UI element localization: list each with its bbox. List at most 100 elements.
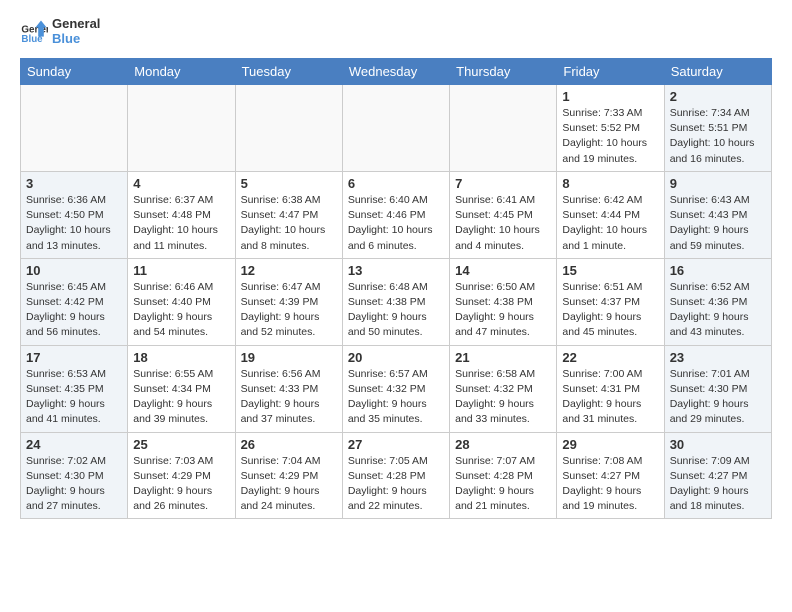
calendar-cell: 5 Sunrise: 6:38 AMSunset: 4:47 PMDaylight…	[235, 171, 342, 258]
calendar-cell: 3 Sunrise: 6:36 AMSunset: 4:50 PMDaylight…	[21, 171, 128, 258]
day-number: 6	[348, 176, 444, 191]
day-info: Sunrise: 6:57 AMSunset: 4:32 PMDaylight:…	[348, 367, 444, 428]
day-info: Sunrise: 6:56 AMSunset: 4:33 PMDaylight:…	[241, 367, 337, 428]
calendar-cell	[21, 85, 128, 172]
col-header-sunday: Sunday	[21, 59, 128, 85]
day-info: Sunrise: 7:34 AMSunset: 5:51 PMDaylight:…	[670, 106, 766, 167]
day-number: 23	[670, 350, 766, 365]
logo-icon: General Blue	[20, 17, 48, 45]
day-info: Sunrise: 7:00 AMSunset: 4:31 PMDaylight:…	[562, 367, 658, 428]
day-number: 26	[241, 437, 337, 452]
calendar-cell: 18 Sunrise: 6:55 AMSunset: 4:34 PMDayligh…	[128, 345, 235, 432]
day-info: Sunrise: 6:55 AMSunset: 4:34 PMDaylight:…	[133, 367, 229, 428]
week-row-4: 17 Sunrise: 6:53 AMSunset: 4:35 PMDayligh…	[21, 345, 772, 432]
day-number: 8	[562, 176, 658, 191]
calendar-cell: 14 Sunrise: 6:50 AMSunset: 4:38 PMDayligh…	[450, 258, 557, 345]
day-info: Sunrise: 7:07 AMSunset: 4:28 PMDaylight:…	[455, 454, 551, 515]
calendar-cell: 13 Sunrise: 6:48 AMSunset: 4:38 PMDayligh…	[342, 258, 449, 345]
calendar-cell: 29 Sunrise: 7:08 AMSunset: 4:27 PMDayligh…	[557, 432, 664, 519]
calendar-cell: 26 Sunrise: 7:04 AMSunset: 4:29 PMDayligh…	[235, 432, 342, 519]
day-number: 27	[348, 437, 444, 452]
calendar-cell	[235, 85, 342, 172]
calendar-cell: 27 Sunrise: 7:05 AMSunset: 4:28 PMDayligh…	[342, 432, 449, 519]
calendar-cell: 12 Sunrise: 6:47 AMSunset: 4:39 PMDayligh…	[235, 258, 342, 345]
day-number: 11	[133, 263, 229, 278]
day-info: Sunrise: 6:51 AMSunset: 4:37 PMDaylight:…	[562, 280, 658, 341]
col-header-thursday: Thursday	[450, 59, 557, 85]
col-header-saturday: Saturday	[664, 59, 771, 85]
calendar-cell: 7Sunrise: 6:41 AMSunset: 4:45 PMDaylight…	[450, 171, 557, 258]
calendar-cell: 30Sunrise: 7:09 AMSunset: 4:27 PMDayligh…	[664, 432, 771, 519]
day-info: Sunrise: 6:47 AMSunset: 4:39 PMDaylight:…	[241, 280, 337, 341]
calendar-cell: 6 Sunrise: 6:40 AMSunset: 4:46 PMDaylight…	[342, 171, 449, 258]
calendar-cell: 9 Sunrise: 6:43 AMSunset: 4:43 PMDaylight…	[664, 171, 771, 258]
day-number: 13	[348, 263, 444, 278]
day-info: Sunrise: 6:52 AMSunset: 4:36 PMDaylight:…	[670, 280, 766, 341]
day-info: Sunrise: 6:53 AMSunset: 4:35 PMDaylight:…	[26, 367, 122, 428]
calendar-cell: 11 Sunrise: 6:46 AMSunset: 4:40 PMDayligh…	[128, 258, 235, 345]
day-info: Sunrise: 6:48 AMSunset: 4:38 PMDaylight:…	[348, 280, 444, 341]
calendar-cell: 16 Sunrise: 6:52 AMSunset: 4:36 PMDayligh…	[664, 258, 771, 345]
day-number: 3	[26, 176, 122, 191]
day-number: 25	[133, 437, 229, 452]
day-number: 1	[562, 89, 658, 104]
calendar-cell: 4Sunrise: 6:37 AMSunset: 4:48 PMDaylight…	[128, 171, 235, 258]
day-info: Sunrise: 7:08 AMSunset: 4:27 PMDaylight:…	[562, 454, 658, 515]
col-header-monday: Monday	[128, 59, 235, 85]
calendar-cell: 15 Sunrise: 6:51 AMSunset: 4:37 PMDayligh…	[557, 258, 664, 345]
day-number: 22	[562, 350, 658, 365]
day-info: Sunrise: 6:37 AMSunset: 4:48 PMDaylight:…	[133, 193, 229, 254]
calendar-cell: 25 Sunrise: 7:03 AMSunset: 4:29 PMDayligh…	[128, 432, 235, 519]
week-row-3: 10Sunrise: 6:45 AMSunset: 4:42 PMDayligh…	[21, 258, 772, 345]
day-info: Sunrise: 6:41 AMSunset: 4:45 PMDaylight:…	[455, 193, 551, 254]
col-header-tuesday: Tuesday	[235, 59, 342, 85]
week-row-5: 24Sunrise: 7:02 AMSunset: 4:30 PMDayligh…	[21, 432, 772, 519]
calendar-cell: 17 Sunrise: 6:53 AMSunset: 4:35 PMDayligh…	[21, 345, 128, 432]
col-header-wednesday: Wednesday	[342, 59, 449, 85]
calendar-cell: 23 Sunrise: 7:01 AMSunset: 4:30 PMDayligh…	[664, 345, 771, 432]
day-number: 14	[455, 263, 551, 278]
day-info: Sunrise: 6:38 AMSunset: 4:47 PMDaylight:…	[241, 193, 337, 254]
logo: General Blue General Blue	[20, 16, 100, 46]
day-info: Sunrise: 6:50 AMSunset: 4:38 PMDaylight:…	[455, 280, 551, 341]
day-info: Sunrise: 7:01 AMSunset: 4:30 PMDaylight:…	[670, 367, 766, 428]
day-number: 9	[670, 176, 766, 191]
calendar-cell: 1Sunrise: 7:33 AMSunset: 5:52 PMDaylight…	[557, 85, 664, 172]
day-info: Sunrise: 6:40 AMSunset: 4:46 PMDaylight:…	[348, 193, 444, 254]
day-info: Sunrise: 6:43 AMSunset: 4:43 PMDaylight:…	[670, 193, 766, 254]
day-number: 21	[455, 350, 551, 365]
logo-blue: Blue	[52, 31, 100, 46]
day-info: Sunrise: 6:36 AMSunset: 4:50 PMDaylight:…	[26, 193, 122, 254]
calendar-table: SundayMondayTuesdayWednesdayThursdayFrid…	[20, 58, 772, 519]
day-number: 17	[26, 350, 122, 365]
day-info: Sunrise: 7:02 AMSunset: 4:30 PMDaylight:…	[26, 454, 122, 515]
calendar-cell: 8 Sunrise: 6:42 AMSunset: 4:44 PMDaylight…	[557, 171, 664, 258]
col-header-friday: Friday	[557, 59, 664, 85]
calendar-cell: 19 Sunrise: 6:56 AMSunset: 4:33 PMDayligh…	[235, 345, 342, 432]
day-number: 15	[562, 263, 658, 278]
header: General Blue General Blue	[20, 16, 772, 46]
day-info: Sunrise: 6:46 AMSunset: 4:40 PMDaylight:…	[133, 280, 229, 341]
day-info: Sunrise: 6:45 AMSunset: 4:42 PMDaylight:…	[26, 280, 122, 341]
calendar-cell: 28 Sunrise: 7:07 AMSunset: 4:28 PMDayligh…	[450, 432, 557, 519]
day-number: 29	[562, 437, 658, 452]
calendar-cell: 21Sunrise: 6:58 AMSunset: 4:32 PMDayligh…	[450, 345, 557, 432]
calendar-cell: 2 Sunrise: 7:34 AMSunset: 5:51 PMDaylight…	[664, 85, 771, 172]
day-number: 2	[670, 89, 766, 104]
day-number: 12	[241, 263, 337, 278]
day-number: 28	[455, 437, 551, 452]
calendar-cell: 20 Sunrise: 6:57 AMSunset: 4:32 PMDayligh…	[342, 345, 449, 432]
day-number: 19	[241, 350, 337, 365]
logo-general: General	[52, 16, 100, 31]
calendar-cell: 22 Sunrise: 7:00 AMSunset: 4:31 PMDayligh…	[557, 345, 664, 432]
day-number: 5	[241, 176, 337, 191]
day-info: Sunrise: 7:05 AMSunset: 4:28 PMDaylight:…	[348, 454, 444, 515]
day-info: Sunrise: 7:03 AMSunset: 4:29 PMDaylight:…	[133, 454, 229, 515]
calendar-cell	[450, 85, 557, 172]
day-number: 30	[670, 437, 766, 452]
day-info: Sunrise: 6:42 AMSunset: 4:44 PMDaylight:…	[562, 193, 658, 254]
day-number: 18	[133, 350, 229, 365]
day-info: Sunrise: 7:04 AMSunset: 4:29 PMDaylight:…	[241, 454, 337, 515]
day-number: 20	[348, 350, 444, 365]
day-number: 16	[670, 263, 766, 278]
